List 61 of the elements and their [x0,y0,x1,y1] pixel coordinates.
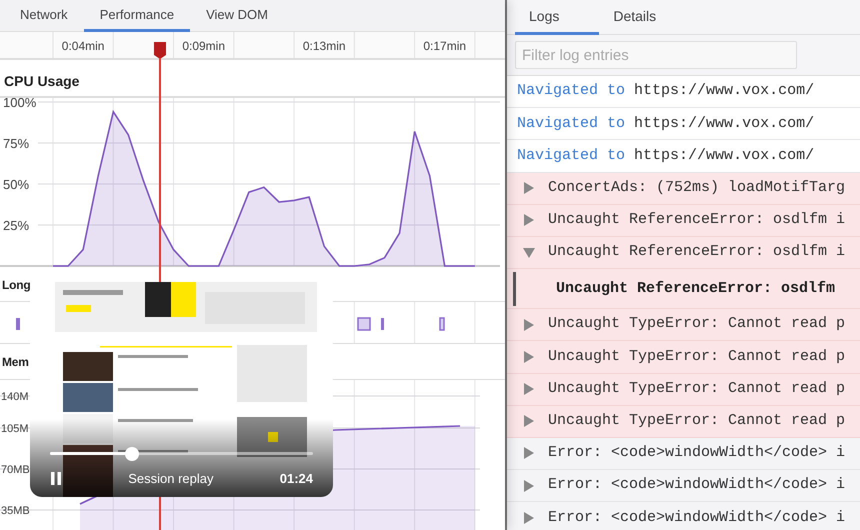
expand-icon[interactable] [523,447,535,460]
task-marker [16,318,20,330]
time-tick-label: 0:17min [423,39,466,53]
log-message: Uncaught TypeError: Cannot read p [548,346,846,367]
expand-icon[interactable] [523,318,535,331]
expand-icon[interactable] [523,246,535,259]
expand-icon[interactable] [523,512,535,524]
log-row[interactable]: Navigated to https://www.vox.com/ [507,108,860,140]
tab[interactable]: Network [4,0,84,32]
axis-label: 70MB [1,464,30,476]
log-message: Uncaught TypeError: Cannot read p [548,314,846,334]
expand-icon[interactable] [523,480,535,492]
log-message: Navigated to https://www.vox.com/ [517,114,814,134]
tab[interactable]: View DOM [190,0,284,32]
log-row[interactable]: Navigated to https://www.vox.com/ [507,76,860,108]
section-title: CPU Usage [3,72,80,91]
axis-label: 140M [1,391,29,403]
log-row[interactable]: Navigated to https://www.vox.com/ [507,140,860,173]
log-row[interactable]: Uncaught ReferenceError: osdlfm i [507,204,860,237]
expand-icon[interactable] [523,415,535,428]
log-row[interactable]: Uncaught TypeError: Cannot read p [507,341,860,374]
tab[interactable]: Logs [515,0,600,35]
filter-field[interactable]: Filter log entries [515,41,797,69]
expand-icon[interactable] [523,383,535,396]
axis-label: 75% [3,136,30,151]
task-marker [357,317,371,331]
axis-label: 50% [3,177,30,192]
expand-icon[interactable] [523,350,535,363]
axis-label: 25% [3,218,30,233]
log-message: Navigated to https://www.vox.com/ [517,81,814,102]
axis-label: 35MB [1,505,30,517]
log-message: Uncaught ReferenceError: osdlfm i [548,242,846,262]
expand-icon[interactable] [523,214,535,226]
log-row[interactable]: Uncaught ReferenceError: osdlfm i [507,236,860,270]
section-title: Mem [1,354,29,370]
replay-title: Session replay [128,470,214,488]
log-row[interactable]: Uncaught TypeError: Cannot read p [507,309,860,342]
section-title: Long [1,276,31,294]
log-message: Navigated to https://www.vox.com/ [517,146,814,166]
tab[interactable]: Details [599,0,696,35]
log-message: Error: <code>windowWidth</code> i [548,475,846,496]
time-tick-label: 0:04min [62,39,104,53]
log-row[interactable]: Uncaught TypeError: Cannot read p [507,374,860,406]
time-tick-label: 0:13min [302,39,346,53]
pause-icon[interactable] [50,472,62,486]
log-message: Uncaught TypeError: Cannot read p [548,411,846,432]
task-marker [381,318,384,330]
time-tick-label: 0:09min [182,39,226,53]
axis-label: 100% [3,98,36,110]
task-marker [439,317,445,331]
log-detail: Uncaught ReferenceError: osdlfm [513,272,836,306]
axis-label: 105M [1,423,29,435]
log-row[interactable]: ConcertAds: (752ms) loadMotifTarg [507,172,860,205]
replay-time: 01:24 [280,470,313,488]
log-message: Error: <code>windowWidth</code> i [548,508,846,528]
log-message: Uncaught ReferenceError: osdlfm i [548,210,846,230]
log-message: Uncaught TypeError: Cannot read p [548,378,846,399]
log-row[interactable]: Uncaught TypeError: Cannot read p [507,406,860,438]
expand-icon[interactable] [523,182,535,194]
log-message: ConcertAds: (752ms) loadMotifTarg [548,178,846,198]
log-message: Error: <code>windowWidth</code> i [548,443,846,464]
